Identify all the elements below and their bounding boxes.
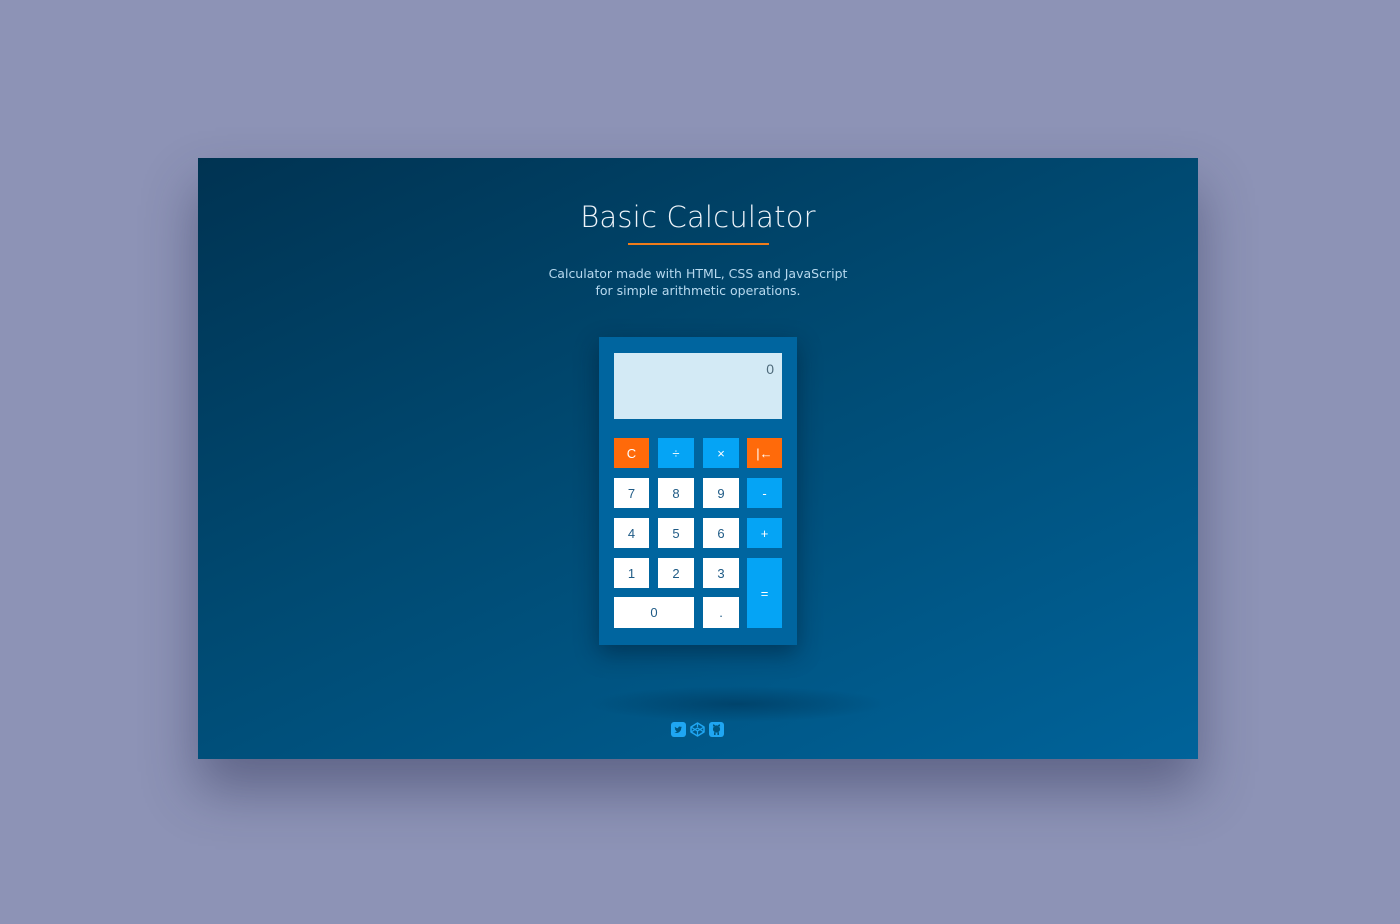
main-stage: Basic Calculator Calculator made with HT…	[198, 158, 1198, 759]
multiply-button[interactable]: ×	[703, 438, 739, 468]
key-4-button[interactable]: 4	[614, 518, 649, 548]
backspace-button[interactable]: |←	[747, 438, 782, 468]
clear-button[interactable]: C	[614, 438, 649, 468]
decimal-button[interactable]: .	[703, 597, 739, 628]
twitter-icon[interactable]	[671, 722, 686, 737]
plus-button[interactable]: +	[747, 518, 782, 548]
key-2-button[interactable]: 2	[658, 558, 694, 588]
codepen-icon[interactable]	[690, 722, 705, 737]
subtitle-line-1: Calculator made with HTML, CSS and JavaS…	[548, 266, 848, 281]
key-9-button[interactable]: 9	[703, 478, 739, 508]
key-3-button[interactable]: 3	[703, 558, 739, 588]
title-underline	[628, 243, 769, 245]
key-7-button[interactable]: 7	[614, 478, 649, 508]
minus-button[interactable]: -	[747, 478, 782, 508]
social-links	[671, 722, 724, 737]
page-title: Basic Calculator	[580, 200, 816, 234]
subtitle-line-2: for simple arithmetic operations.	[595, 283, 801, 298]
page-subtitle: Calculator made with HTML, CSS and JavaS…	[198, 265, 1198, 299]
github-icon[interactable]	[709, 722, 724, 737]
key-6-button[interactable]: 6	[703, 518, 739, 548]
equals-button[interactable]: =	[747, 558, 782, 628]
calculator-display: 0	[614, 353, 782, 419]
key-5-button[interactable]: 5	[658, 518, 694, 548]
decorative-shadow	[588, 686, 888, 722]
key-1-button[interactable]: 1	[614, 558, 649, 588]
key-0-button[interactable]: 0	[614, 597, 694, 628]
key-8-button[interactable]: 8	[658, 478, 694, 508]
calculator: 0 C ÷ × |← 7 8 9 - 4 5 6 + 1 2 3 = 0 .	[599, 337, 797, 645]
divide-button[interactable]: ÷	[658, 438, 694, 468]
